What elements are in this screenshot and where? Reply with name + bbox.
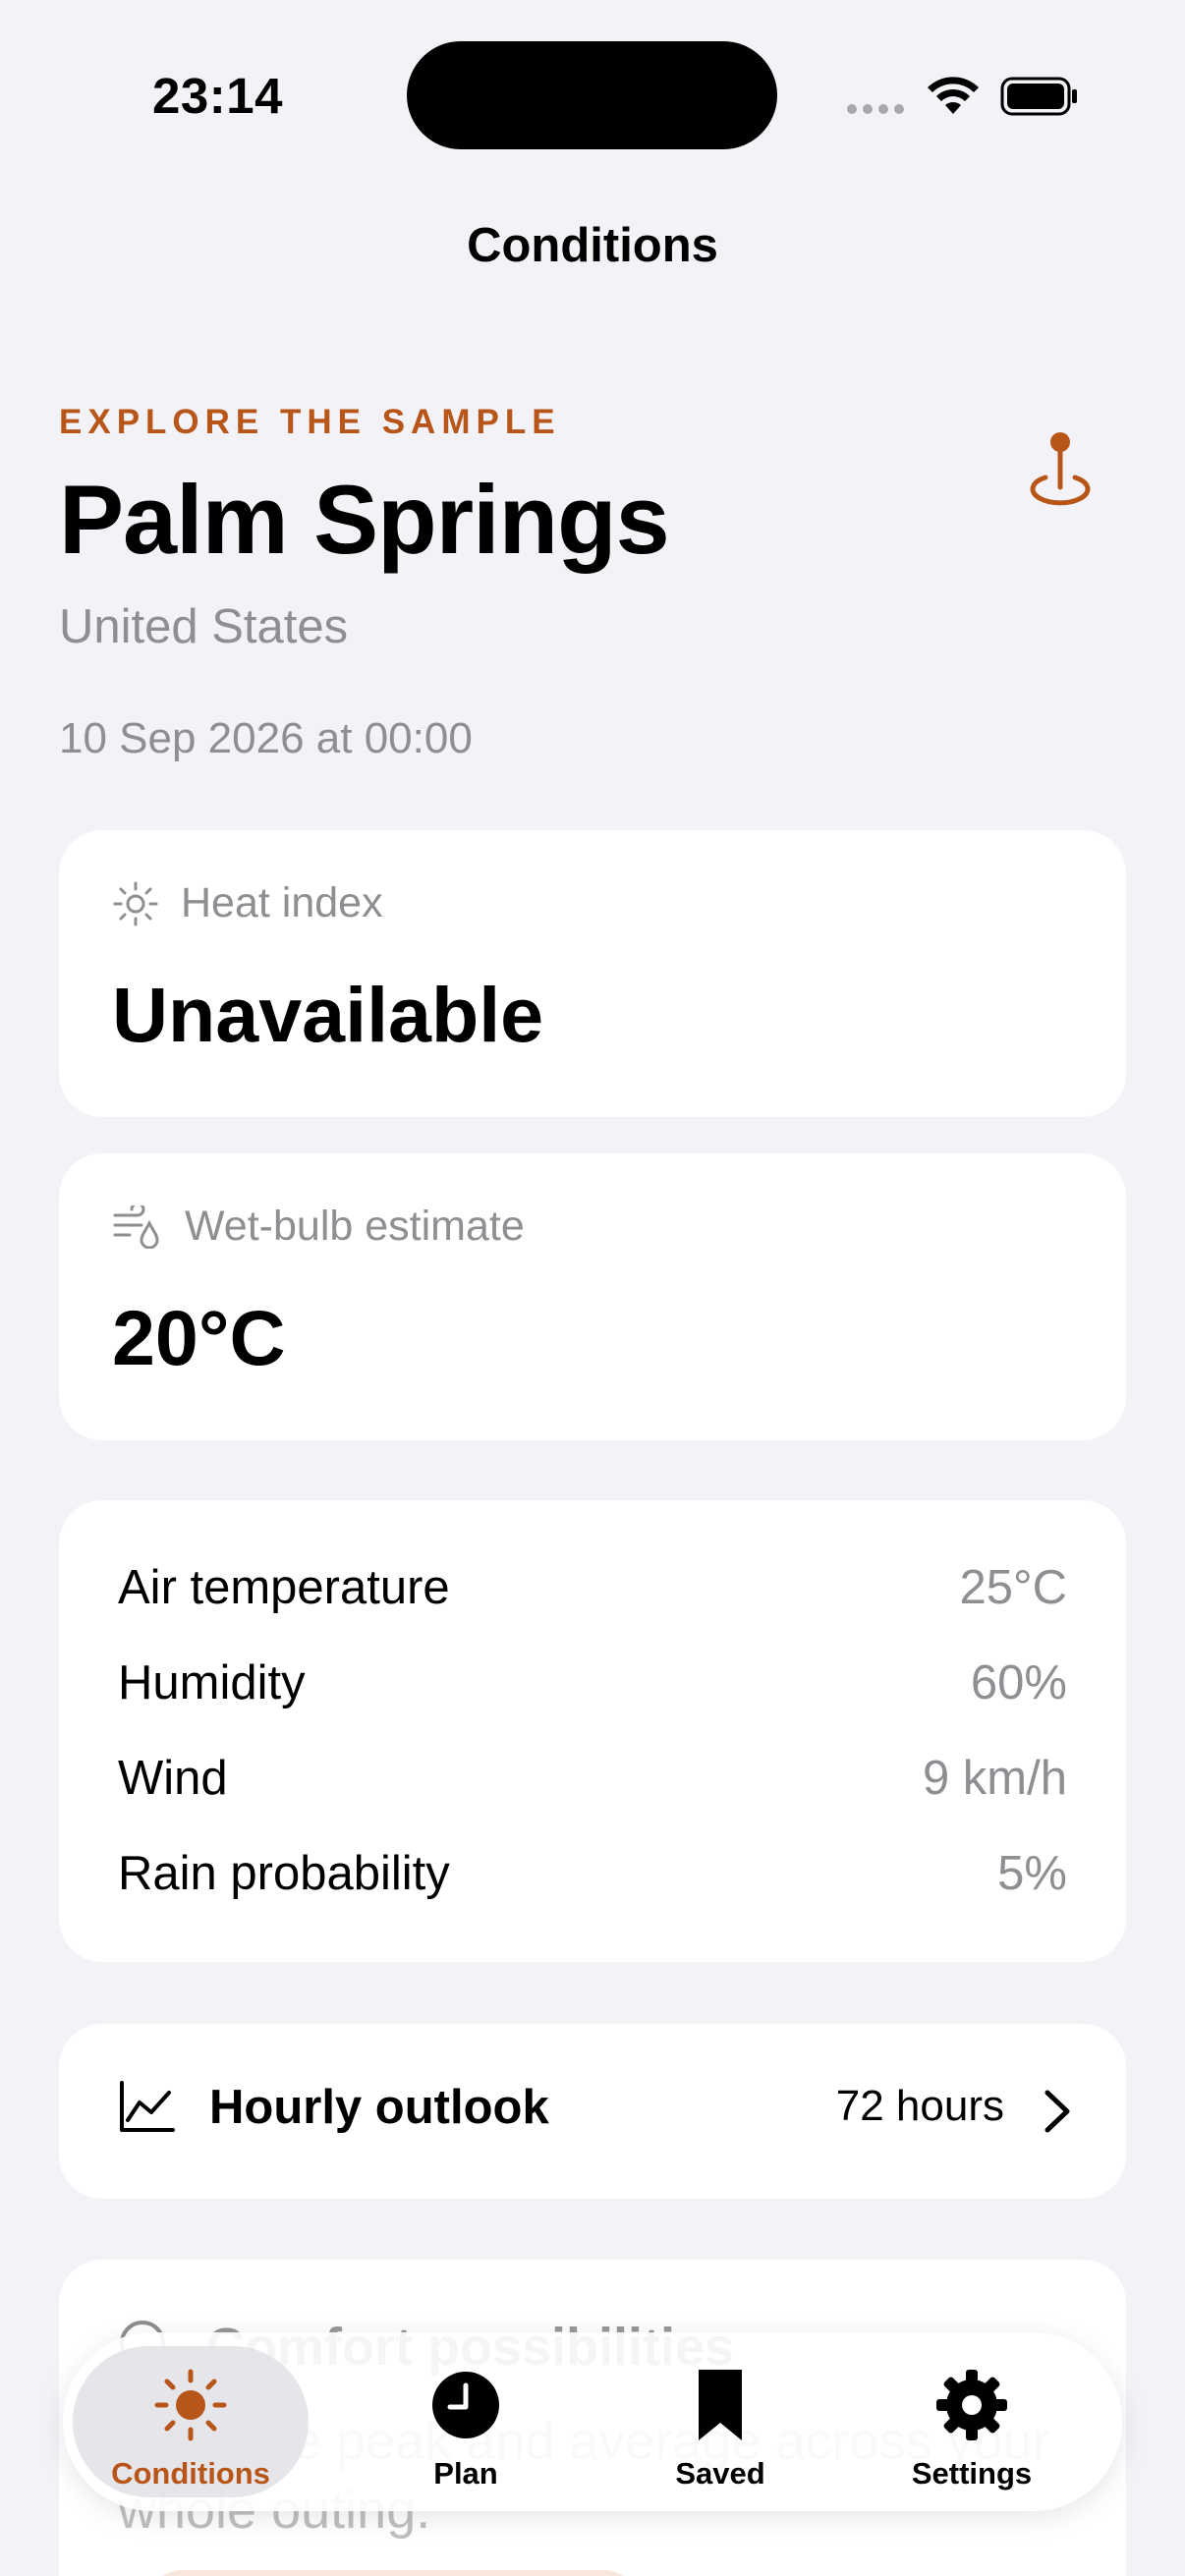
wet-bulb-label: Wet-bulb estimate [185,1203,525,1250]
sun-icon [154,2369,227,2441]
wind-droplet-icon [113,1204,159,1249]
detail-row-wind: Wind 9 km/h [118,1749,1067,1808]
forecast-datetime: 10 Sep 2026 at 00:00 [59,714,473,762]
clock-icon [432,2372,499,2438]
tab-label: Settings [911,2456,1033,2491]
detail-row-humidity: Humidity 60% [118,1653,1067,1712]
detail-label: Rain probability [118,1847,450,1900]
tab-plan[interactable]: Plan [348,2346,584,2497]
explore-sample-label: EXPLORE THE SAMPLE [59,403,561,441]
chart-line-icon [120,2081,175,2132]
sun-icon [113,881,158,925]
chevron-right-icon [1044,2090,1070,2133]
dynamic-island [407,41,777,149]
conditions-details-card: Air temperature 25°C Humidity 60% Wind 9… [59,1500,1126,1962]
status-time: 23:14 [152,68,283,124]
tab-saved[interactable]: Saved [602,2346,838,2497]
detail-row-air-temperature: Air temperature 25°C [118,1558,1067,1617]
tab-label: Saved [675,2456,765,2491]
tab-bar: Conditions Plan Saved Settings [63,2332,1122,2511]
tab-conditions[interactable]: Conditions [73,2346,309,2497]
hourly-outlook-count: 72 hours [835,2082,1004,2130]
detail-value: 5% [997,1847,1067,1900]
detail-label: Humidity [118,1656,306,1709]
detail-value: 9 km/h [922,1752,1067,1805]
detail-value: 60% [970,1656,1067,1709]
detail-label: Wind [118,1752,228,1805]
detail-row-rain-probability: Rain probability 5% [118,1844,1067,1903]
heat-index-label: Heat index [181,879,383,926]
gear-icon [936,2370,1007,2440]
cellular-signal-icon [847,104,904,114]
detail-value: 25°C [959,1561,1067,1614]
wet-bulb-value: 20°C [112,1294,286,1381]
bookmark-icon [699,2370,742,2440]
city-title: Palm Springs [59,465,670,574]
tab-label: Plan [433,2456,498,2491]
heat-index-value: Unavailable [112,971,544,1058]
battery-icon [1000,77,1077,116]
tab-settings[interactable]: Settings [854,2346,1090,2497]
map-pin-icon[interactable] [1022,428,1099,507]
detail-label: Air temperature [118,1561,450,1614]
tab-label: Conditions [111,2456,270,2491]
status-indicators [847,71,1083,120]
comfort-card-pill [147,2570,639,2576]
wet-bulb-card: Wet-bulb estimate 20°C [59,1153,1126,1440]
nav-title: Conditions [467,219,718,272]
country-label: United States [59,600,349,653]
wifi-icon [928,77,979,114]
hourly-outlook-title: Hourly outlook [209,2081,549,2134]
heat-index-card: Heat index Unavailable [59,830,1126,1117]
conditions-screen: 23:14 Conditions EXPLORE THE SAMPLE Palm… [0,0,1185,2576]
hourly-outlook-button[interactable]: Hourly outlook 72 hours [59,2024,1126,2199]
